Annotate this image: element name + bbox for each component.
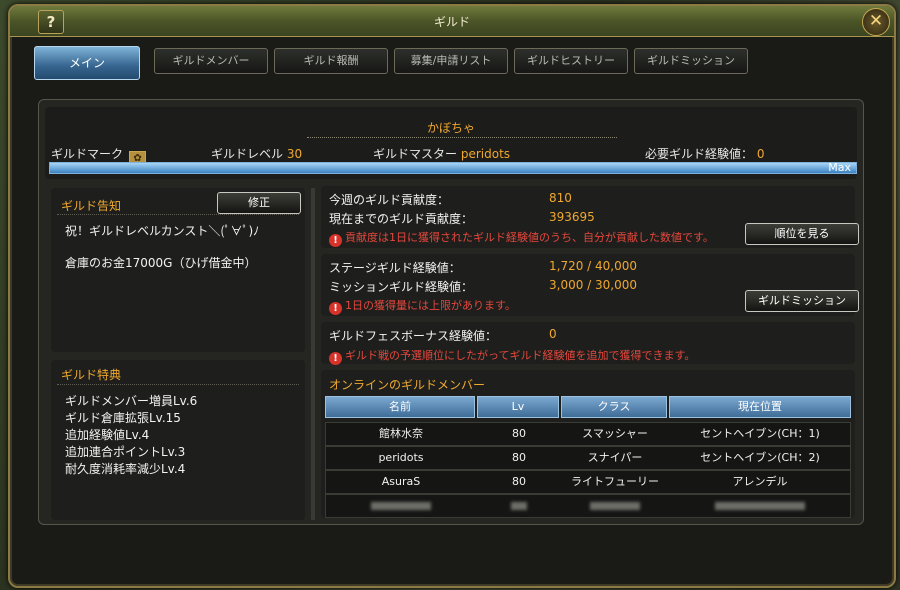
mission-exp-label: ミッションギルド経験値： (329, 280, 474, 294)
edit-notice-button[interactable]: 修正 (217, 192, 301, 214)
exp-max-label: Max (828, 161, 851, 174)
member-level: 80 (512, 427, 526, 440)
redacted-cell (670, 495, 850, 517)
required-exp-value: 0 (756, 147, 765, 161)
festival-note: ! ギルド戦の予選順位にしたがってギルド経験値を追加で獲得できます。 (329, 347, 695, 365)
perk-item: 追加連合ポイントLv.3 (65, 445, 186, 459)
member-class: スナイパー (587, 451, 643, 464)
notice-line: 倉庫のお金17000G（ひげ借金中） (65, 256, 257, 270)
guild-master-row: ギルドマスター peridots (373, 145, 510, 162)
guild-notice-box: ギルド告知 修正 祝！ギルドレベルカンスト＼(ﾟ∀ﾟ)ﾉ 倉庫のお金17000G… (51, 188, 305, 352)
required-exp-row: 必要ギルド経験値： 0 (645, 145, 764, 162)
header-divider (307, 137, 617, 138)
member-name: peridots (378, 451, 424, 464)
stage-exp-value: 1,720 / 40,000 (549, 259, 638, 273)
contribution-box: 今週のギルド貢献度： 810 現在までのギルド貢献度： 393695 ! 貢献度は… (321, 186, 859, 248)
required-exp-label: 必要ギルド経験値： (645, 147, 754, 161)
guild-level-label: ギルドレベル (211, 147, 284, 161)
member-location: セントヘイブン(CH：1) (700, 427, 820, 440)
perk-item: ギルドメンバー増員Lv.6 (65, 394, 198, 408)
tab-recruit-list[interactable]: 募集/申請リスト (394, 48, 508, 74)
contribution-note-text: 貢献度は1日に獲得されたギルド経験値のうち、自分が貢献した数値です。 (345, 231, 714, 244)
guild-level-value: 30 (286, 147, 303, 161)
guild-master-value: peridots (460, 147, 511, 161)
column-header-class[interactable]: クラス (561, 396, 667, 418)
table-row[interactable]: 館林水奈 80 スマッシャー セントヘイブン(CH：1) (325, 422, 851, 446)
warning-icon: ! (329, 302, 342, 315)
mission-exp-value: 3,000 / 30,000 (549, 278, 638, 292)
table-row[interactable]: peridots 80 スナイパー セントヘイブン(CH：2) (325, 446, 851, 470)
exp-limit-note: ! 1日の獲得量には上限があります。 (329, 297, 516, 315)
main-panel: かぼちゃ ギルドマーク ✿ ギルドレベル 30 ギルドマスター peridots … (38, 99, 864, 525)
window-title: ギルド (433, 15, 470, 29)
guild-exp-bar (49, 162, 857, 174)
experience-box: ステージギルド経験値： 1,720 / 40,000 ミッションギルド経験値： … (321, 254, 859, 316)
tab-guild-rewards[interactable]: ギルド報酬 (274, 48, 388, 74)
guild-level-row: ギルドレベル 30 (211, 145, 302, 162)
column-divider (311, 188, 315, 520)
perk-item: ギルド倉庫拡張Lv.15 (65, 411, 181, 425)
warning-icon: ! (329, 234, 342, 247)
weekly-contribution-label: 今週のギルド貢献度： (329, 193, 450, 207)
contribution-note: ! 貢献度は1日に獲得されたギルド経験値のうち、自分が貢献した数値です。 (329, 229, 714, 247)
total-contribution-value: 393695 (549, 210, 595, 224)
column-header-location[interactable]: 現在位置 (669, 396, 851, 418)
column-header-level[interactable]: Lv (477, 396, 559, 418)
member-level: 80 (512, 475, 526, 488)
festival-note-text: ギルド戦の予選順位にしたがってギルド経験値を追加で獲得できます。 (345, 349, 696, 362)
tab-guild-mission[interactable]: ギルドミッション (634, 48, 748, 74)
guild-mark-label: ギルドマーク (51, 147, 124, 161)
tab-guild-members[interactable]: ギルドメンバー (154, 48, 268, 74)
redacted-cell (562, 495, 668, 517)
title-bar[interactable]: ? ギルド ✕ (10, 6, 894, 37)
tab-main[interactable]: メイン (34, 46, 140, 80)
festival-exp-label: ギルドフェスボーナス経験値： (329, 329, 498, 343)
stage-exp-label: ステージギルド経験値： (329, 261, 461, 275)
guild-name: かぼちゃ (426, 121, 475, 135)
perks-divider (57, 384, 299, 385)
column-header-name[interactable]: 名前 (325, 396, 475, 418)
member-location: アレンデル (732, 475, 788, 488)
guild-window: ? ギルド ✕ メイン ギルドメンバー ギルド報酬 募集/申請リスト ギルドヒス… (8, 4, 896, 588)
member-level: 80 (512, 451, 526, 464)
redacted-cell (478, 495, 560, 517)
notice-line: 祝！ギルドレベルカンスト＼(ﾟ∀ﾟ)ﾉ (65, 224, 260, 238)
online-members-title: オンラインのギルドメンバー (329, 378, 486, 392)
member-name: 館林水奈 (379, 427, 423, 440)
perk-item: 耐久度消耗率減少Lv.4 (65, 462, 186, 476)
view-ranking-button[interactable]: 順位を見る (745, 223, 859, 245)
notice-divider (57, 214, 299, 215)
notice-title: ギルド告知 (61, 199, 122, 213)
table-row-redacted[interactable] (325, 494, 851, 518)
warning-icon: ! (329, 352, 342, 365)
tab-guild-history[interactable]: ギルドヒストリー (514, 48, 628, 74)
guild-mission-button[interactable]: ギルドミッション (745, 290, 859, 312)
guild-master-label: ギルドマスター (373, 147, 458, 161)
member-class: ライトフューリー (571, 475, 659, 488)
member-class: スマッシャー (582, 427, 648, 440)
redacted-cell (326, 495, 476, 517)
festival-box: ギルドフェスボーナス経験値： 0 ! ギルド戦の予選順位にしたがってギルド経験値を… (321, 322, 855, 365)
festival-exp-value: 0 (549, 327, 557, 341)
total-contribution-label: 現在までのギルド貢献度： (329, 212, 474, 226)
guild-perks-box: ギルド特典 ギルドメンバー増員Lv.6 ギルド倉庫拡張Lv.15 追加経験値Lv… (51, 360, 305, 520)
close-icon: ✕ (868, 11, 884, 31)
close-button[interactable]: ✕ (862, 8, 890, 36)
online-members-box: オンラインのギルドメンバー 名前 Lv クラス 現在位置 館林水奈 80 スマッ… (321, 370, 855, 518)
guild-header: かぼちゃ ギルドマーク ✿ ギルドレベル 30 ギルドマスター peridots … (45, 107, 857, 179)
table-row[interactable]: AsuraS 80 ライトフューリー アレンデル (325, 470, 851, 494)
member-name: AsuraS (381, 475, 421, 488)
member-location: セントヘイブン(CH：2) (700, 451, 820, 464)
perk-item: 追加経験値Lv.4 (65, 428, 150, 442)
perks-title: ギルド特典 (61, 368, 122, 382)
exp-limit-note-text: 1日の獲得量には上限があります。 (345, 299, 516, 312)
weekly-contribution-value: 810 (549, 191, 572, 205)
